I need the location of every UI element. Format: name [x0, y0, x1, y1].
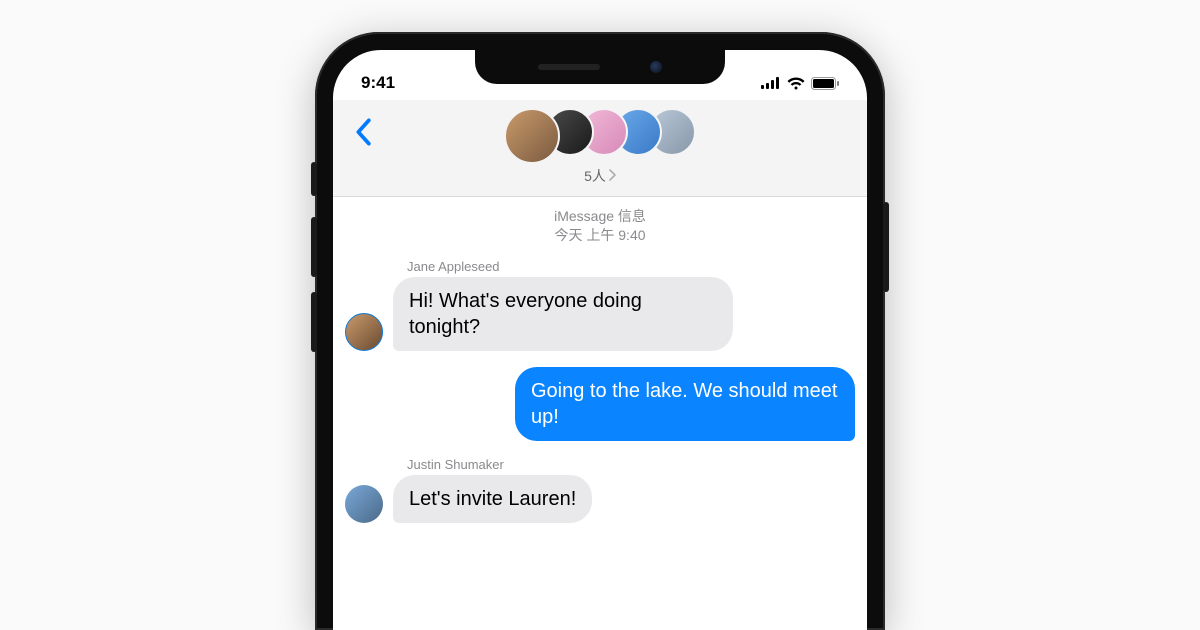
power-button — [883, 202, 889, 292]
wifi-icon — [787, 77, 805, 90]
phone-frame: 9:41 — [315, 32, 885, 630]
message-group: Jane Appleseed Hi! What's everyone doing… — [345, 259, 855, 351]
group-participant-count: 5人 — [584, 166, 606, 186]
status-indicators — [761, 77, 839, 90]
back-button[interactable] — [345, 114, 381, 150]
volume-down-button — [311, 292, 317, 352]
mute-switch — [311, 162, 317, 196]
service-label: iMessage 信息 — [345, 207, 855, 226]
message-bubble-incoming[interactable]: Hi! What's everyone doing tonight? — [393, 277, 733, 351]
message-group: Justin Shumaker Let's invite Lauren! — [345, 457, 855, 523]
cellular-signal-icon — [761, 77, 781, 89]
group-avatar-stack[interactable] — [347, 108, 853, 164]
message-row: Let's invite Lauren! — [345, 475, 855, 523]
conversation-body[interactable]: iMessage 信息 今天 上午 9:40 Jane Appleseed Hi… — [333, 197, 867, 523]
volume-up-button — [311, 217, 317, 277]
message-row: Going to the lake. We should meet up! — [345, 367, 855, 441]
battery-icon — [811, 77, 839, 90]
conversation-header: 5人 — [333, 100, 867, 197]
participant-avatar — [504, 108, 560, 164]
message-bubble-incoming[interactable]: Let's invite Lauren! — [393, 475, 592, 523]
conversation-meta: iMessage 信息 今天 上午 9:40 — [345, 207, 855, 245]
sender-name: Jane Appleseed — [407, 259, 855, 274]
sender-avatar[interactable] — [345, 313, 383, 351]
screen: 9:41 — [333, 50, 867, 630]
chevron-left-icon — [354, 118, 372, 146]
notch — [475, 50, 725, 84]
sender-name: Justin Shumaker — [407, 457, 855, 472]
sender-avatar[interactable] — [345, 485, 383, 523]
group-details-button[interactable]: 5人 — [347, 166, 853, 186]
earpiece-speaker — [538, 64, 600, 70]
message-group: Going to the lake. We should meet up! — [345, 367, 855, 441]
message-bubble-outgoing[interactable]: Going to the lake. We should meet up! — [515, 367, 855, 441]
chevron-right-icon — [608, 168, 616, 184]
front-camera — [650, 61, 662, 73]
status-time: 9:41 — [361, 73, 395, 93]
conversation-timestamp: 今天 上午 9:40 — [345, 226, 855, 245]
message-row: Hi! What's everyone doing tonight? — [345, 277, 855, 351]
